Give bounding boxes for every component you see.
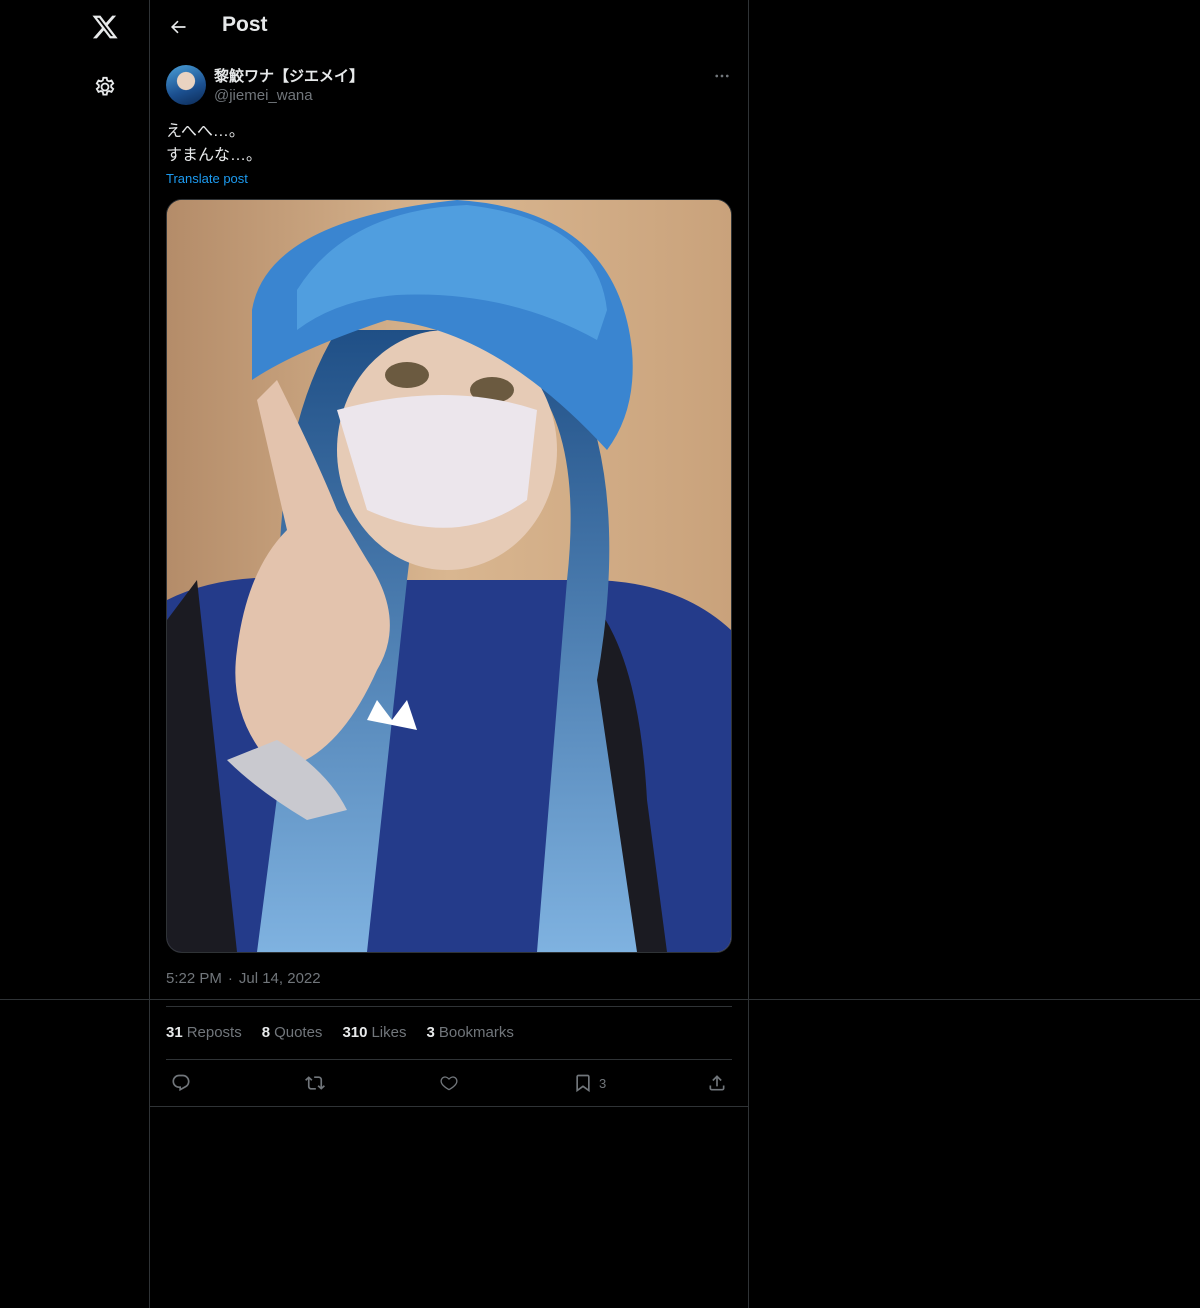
bookmarks-label: Bookmarks [438,1024,514,1041]
repost-button[interactable] [305,1071,325,1095]
actions-top-divider [166,1059,732,1060]
share-button[interactable] [707,1071,727,1095]
bookmarks-count: 3 [426,1024,435,1041]
like-button[interactable] [439,1071,459,1095]
reposts-label: Reposts [186,1024,242,1041]
post-time[interactable]: 5:22 PM [166,970,222,987]
stats-top-divider [166,1006,732,1007]
post-header: Post [150,0,748,54]
reply-button[interactable] [171,1071,191,1095]
main-column: Post 黎鮫ワナ【ジエメイ】 @jiemei_wana えへへ…。 すまんな…… [150,0,749,1308]
bookmark-button[interactable]: 3 [573,1071,606,1095]
bookmarks-stat[interactable]: 3 Bookmarks [427,1024,514,1041]
post-date[interactable]: Jul 14, 2022 [239,970,321,987]
share-icon [709,1075,725,1091]
avatar[interactable] [166,65,206,105]
reposts-stat[interactable]: 31 Reposts [166,1024,242,1041]
post-actions: 3 [166,1071,732,1095]
timestamp-separator: · [227,970,233,987]
reposts-count: 31 [166,1024,183,1041]
repost-icon [305,1076,325,1090]
more-icon[interactable] [710,64,734,88]
back-arrow-icon[interactable] [162,11,194,43]
post-photo[interactable] [166,199,732,953]
post-text-line: えへへ…。 [166,123,245,140]
likes-label: Likes [371,1024,407,1041]
display-name[interactable]: 黎鮫ワナ【ジエメイ】 [214,65,364,86]
likes-count: 310 [342,1024,368,1041]
page-title: Post [222,13,268,36]
post-stats: 31 Reposts 8 Quotes 310 Likes 3 Bookmarks [166,1024,514,1041]
left-navigation [0,0,150,1308]
likes-stat[interactable]: 310 Likes [342,1024,406,1041]
quotes-label: Quotes [274,1024,323,1041]
post-timestamp[interactable]: 5:22 PM · Jul 14, 2022 [166,970,321,987]
bookmark-icon [576,1074,590,1093]
gear-icon[interactable] [89,71,121,103]
user-handle[interactable]: @jiemei_wana [214,87,313,104]
translate-post-link[interactable]: Translate post [166,171,248,186]
quotes-count: 8 [261,1024,271,1041]
bookmark-count: 3 [599,1075,607,1091]
x-logo-icon[interactable] [89,11,121,43]
quotes-stat[interactable]: 8 Quotes [262,1024,323,1041]
post-text: えへへ…。 すまんな…。 [166,120,262,168]
reply-icon [172,1074,190,1092]
actions-bottom-divider [150,1106,748,1107]
post-text-line: すまんな…。 [166,147,263,164]
like-icon [440,1076,458,1091]
